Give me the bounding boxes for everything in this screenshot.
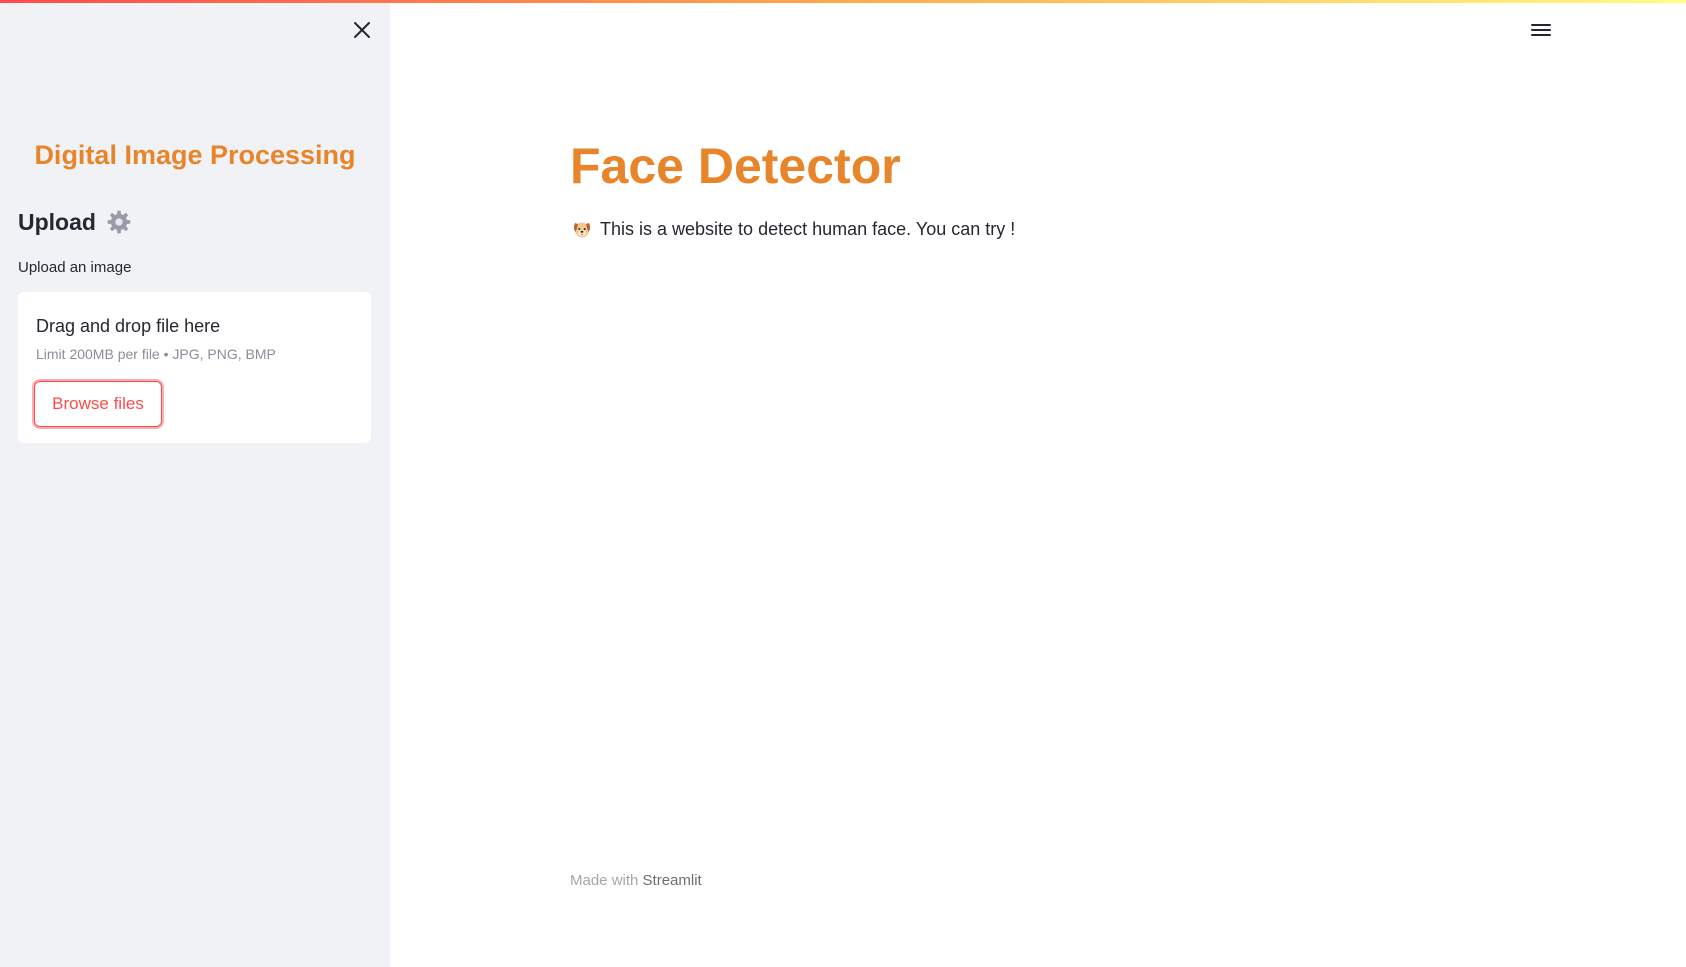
close-sidebar-button[interactable] [350,18,374,42]
page-description: This is a website to detect human face. … [572,216,1015,242]
sidebar: Digital Image Processing Upload Upload a… [0,0,390,967]
dropzone-limit-text: Limit 200MB per file • JPG, PNG, BMP [36,346,276,362]
gear-icon [107,210,131,234]
dog-face-icon [573,222,591,238]
top-decoration-bar [0,0,1686,3]
close-icon [354,22,370,38]
streamlit-link[interactable]: Streamlit [643,872,702,889]
dropzone-instructions: Drag and drop file here [36,316,221,336]
sidebar-title: Digital Image Processing [34,140,356,170]
footer: Made with Streamlit [570,871,702,891]
browse-files-button[interactable]: Browse files [34,381,162,427]
uploader-label: Upload an image [18,259,132,276]
page-title: Face Detector [570,138,901,194]
file-dropzone[interactable]: Drag and drop file here Limit 200MB per … [18,292,371,443]
footer-prefix: Made with [570,872,639,889]
page-description-text: This is a website to detect human face. … [600,219,1016,239]
main-menu-button[interactable] [1528,18,1554,42]
hamburger-menu-icon [1531,24,1551,36]
upload-heading: Upload [18,206,132,238]
upload-heading-label: Upload [18,209,96,235]
